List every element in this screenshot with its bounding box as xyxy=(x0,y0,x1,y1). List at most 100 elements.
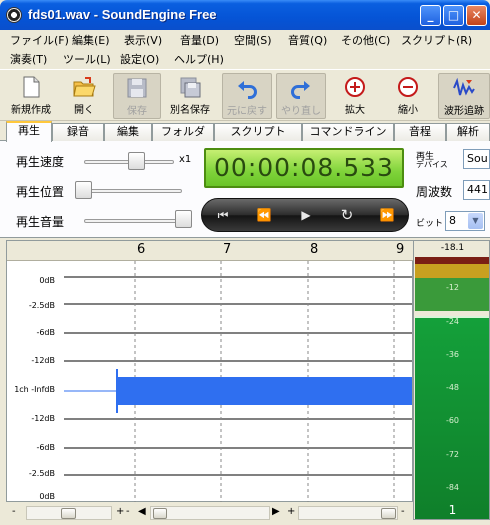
meter-channel-label: 1 xyxy=(448,503,457,517)
tab-folder[interactable]: フォルダ xyxy=(152,123,214,141)
volume-label: 再生音量 xyxy=(16,215,65,229)
redo-button[interactable]: やり直し xyxy=(276,73,326,119)
volume-slider-thumb[interactable] xyxy=(175,210,192,228)
undo-arrow-icon xyxy=(238,81,257,99)
meter-scale-36: -36 xyxy=(445,350,460,359)
speed-slider-thumb[interactable] xyxy=(127,152,145,170)
ruler-label-7: 7 xyxy=(223,242,232,257)
minimize-button[interactable]: _ xyxy=(420,5,441,26)
zoom-in-button[interactable]: 拡大 xyxy=(332,73,378,119)
floppy-disk-icon xyxy=(127,78,147,98)
bit-label: ビット xyxy=(416,219,444,229)
hzoom-minus-button[interactable]: - xyxy=(126,506,130,517)
horizontal-scroll-track[interactable] xyxy=(150,506,270,520)
timeline-zoom-thumb[interactable] xyxy=(381,508,396,519)
ruler-label-8: 8 xyxy=(310,242,319,257)
db-label-top-2-5: -2.5dB xyxy=(28,301,55,310)
menu-script[interactable]: スクリプト(R) xyxy=(401,32,472,48)
zoom-out-button[interactable]: 縮小 xyxy=(385,73,431,119)
play-button[interactable]: ▶ xyxy=(295,205,317,225)
menu-view[interactable]: 表示(V) xyxy=(124,32,162,48)
save-as-button[interactable]: 別名保存 xyxy=(164,73,216,119)
meter-peak-value: -18.1 xyxy=(440,243,465,253)
bit-select[interactable]: 8 ▼ xyxy=(445,211,485,231)
chevron-down-icon[interactable]: ▼ xyxy=(468,213,483,229)
frequency-select[interactable]: 441 xyxy=(463,180,490,200)
speed-value: x1 xyxy=(179,154,192,165)
tab-record[interactable]: 録音 xyxy=(52,123,104,141)
db-label-top-12: -12dB xyxy=(31,356,55,365)
transport-controls: ⏮ ⏪ ▶ ↻ ⏩ xyxy=(201,198,409,232)
vzoom-minus-button[interactable]: - xyxy=(12,506,16,517)
window-title: fds01.wav - SoundEngine Free xyxy=(28,7,217,22)
position-label: 再生位置 xyxy=(16,185,65,199)
menu-volume[interactable]: 音量(D) xyxy=(180,32,219,48)
waveform-view[interactable]: 6 7 8 9 0dB -2.5dB -6dB -12dB 1ch -InfdB… xyxy=(6,240,414,503)
close-button[interactable]: ✕ xyxy=(466,5,487,26)
new-button[interactable]: 新規作成 xyxy=(6,73,56,119)
meter-yellow-zone xyxy=(415,264,489,278)
horizontal-scroll-thumb[interactable] xyxy=(153,508,167,519)
menu-settings[interactable]: 設定(O) xyxy=(120,51,159,67)
bottom-scrollbar: - + - ◀ ▶ + - xyxy=(0,502,413,525)
tab-bar: 再生 録音 編集 フォルダ スクリプト コマンドライン 音程 解析 xyxy=(0,121,490,142)
open-button[interactable]: 開く xyxy=(60,73,108,119)
timeline-zoom-slider[interactable] xyxy=(298,506,398,520)
timeline-plus-button[interactable]: + xyxy=(287,506,295,517)
device-select[interactable]: Sou xyxy=(463,149,490,169)
db-label-bottom-2-5: -2.5dB xyxy=(28,469,55,478)
meter-scale-48: -48 xyxy=(445,383,460,392)
loop-button[interactable]: ↻ xyxy=(336,205,358,225)
scroll-left-button[interactable]: ◀ xyxy=(138,506,146,517)
menu-quality[interactable]: 音質(Q) xyxy=(288,32,327,48)
tab-script[interactable]: スクリプト xyxy=(214,123,302,141)
time-display: 00:00:08.533 xyxy=(204,148,404,188)
timeline-minus-button[interactable]: - xyxy=(401,506,405,517)
vertical-zoom-slider[interactable] xyxy=(26,506,112,520)
zoom-out-icon xyxy=(398,77,418,97)
menu-bar: ファイル(F) 編集(E) 表示(V) 音量(D) 空間(S) 音質(Q) その… xyxy=(0,30,490,68)
menu-play[interactable]: 演奏(T) xyxy=(10,51,47,67)
new-document-icon xyxy=(23,76,40,98)
menu-other[interactable]: その他(C) xyxy=(341,32,390,48)
open-folder-icon xyxy=(73,77,96,97)
playback-panel: 再生速度 x1 再生位置 再生音量 00:00:08.533 ⏮ ⏪ ▶ ↻ ⏩… xyxy=(0,141,490,238)
tab-edit[interactable]: 編集 xyxy=(104,123,152,141)
title-bar: fds01.wav - SoundEngine Free _ □ ✕ xyxy=(0,0,490,30)
waveform-canvas[interactable] xyxy=(7,261,414,503)
forward-button[interactable]: ⏩ xyxy=(376,205,398,225)
scroll-right-button[interactable]: ▶ xyxy=(272,506,280,517)
tab-playback[interactable]: 再生 xyxy=(6,121,52,142)
db-label-bottom-0: 0dB xyxy=(39,492,55,501)
wave-follow-icon xyxy=(453,77,475,96)
speaker-app-icon xyxy=(6,7,22,23)
tab-analysis[interactable]: 解析 xyxy=(446,123,490,141)
frequency-label: 周波数 xyxy=(416,185,453,199)
wave-follow-button[interactable]: 波形追跡 xyxy=(438,73,490,119)
speed-label: 再生速度 xyxy=(16,155,65,169)
maximize-button[interactable]: □ xyxy=(443,5,464,26)
save-as-icon xyxy=(180,77,201,98)
ruler-label-6: 6 xyxy=(137,242,146,257)
position-slider-thumb[interactable] xyxy=(75,181,92,199)
db-label-top-6: -6dB xyxy=(36,328,55,337)
menu-file[interactable]: ファイル(F) xyxy=(10,32,69,48)
skip-start-button[interactable]: ⏮ xyxy=(212,205,234,225)
menu-help[interactable]: ヘルプ(H) xyxy=(174,51,224,67)
rewind-button[interactable]: ⏪ xyxy=(253,205,275,225)
meter-scale-84: -84 xyxy=(445,483,460,492)
vzoom-plus-button[interactable]: + xyxy=(116,506,124,517)
tab-command-line[interactable]: コマンドライン xyxy=(302,123,394,141)
redo-arrow-icon xyxy=(291,81,310,99)
save-button[interactable]: 保存 xyxy=(113,73,161,119)
vertical-zoom-thumb[interactable] xyxy=(61,508,76,519)
menu-space[interactable]: 空間(S) xyxy=(234,32,272,48)
tab-pitch[interactable]: 音程 xyxy=(394,123,446,141)
menu-edit[interactable]: 編集(E) xyxy=(72,32,110,48)
menu-tools[interactable]: ツール(L) xyxy=(63,51,111,67)
undo-button[interactable]: 元に戻す xyxy=(222,73,272,119)
time-ruler[interactable]: 6 7 8 9 xyxy=(7,241,414,261)
meter-scale-12: -12 xyxy=(445,283,460,292)
ruler-label-9: 9 xyxy=(396,242,405,257)
position-slider-track[interactable] xyxy=(84,189,182,193)
